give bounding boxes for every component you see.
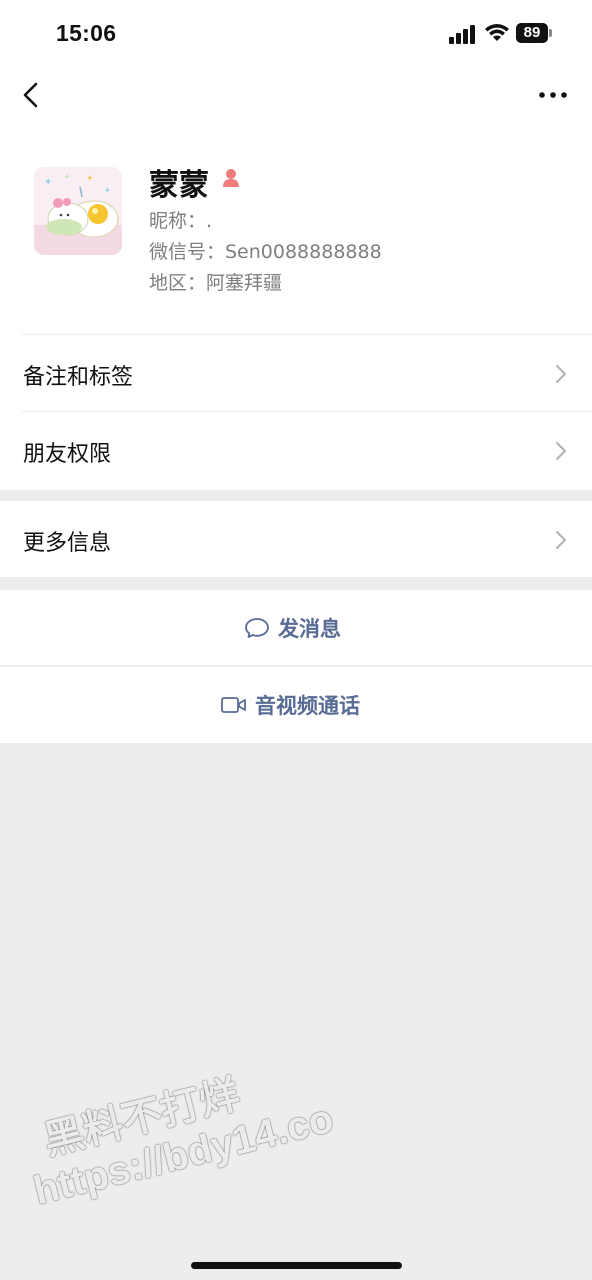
nickname-text: 昵称：. [149,210,213,232]
status-bar: 15:06 89 [0,0,592,70]
svg-text:✦: ✦ [64,173,70,181]
chevron-right-icon [556,442,566,460]
send-message-label: 发消息 [278,617,341,641]
watermark: 黑料不打烊 https://bdy14.co [18,1051,338,1214]
female-icon [223,169,239,187]
svg-text:✦: ✦ [86,174,94,184]
more-icon[interactable] [538,88,568,102]
battery-level: 89 [516,23,548,43]
contact-name: 蒙蒙 [149,168,209,203]
wechat-id-text[interactable]: 微信号：Sen0088888888 [149,237,382,264]
svg-text:✦: ✦ [104,186,111,195]
remarks-tags-row[interactable]: 备注和标签 [0,335,592,411]
more-info-label: 更多信息 [23,531,112,556]
av-call-label: 音视频通话 [255,694,360,718]
cellular-signal-icon [449,25,475,44]
chevron-right-icon [556,365,566,383]
home-indicator[interactable] [191,1262,402,1269]
chevron-right-icon [556,531,566,549]
avatar-illustration: ✦ ✦ ✦ ✦ [34,167,122,255]
friend-permissions-row[interactable]: 朋友权限 [0,412,592,488]
svg-text:✦: ✦ [44,177,52,188]
remarks-tags-label: 备注和标签 [23,365,134,390]
battery-nub [549,29,552,37]
divider [0,665,592,666]
region-text: 地区：阿塞拜疆 [149,272,283,294]
more-info-row[interactable]: 更多信息 [0,501,592,577]
battery-indicator: 89 [516,23,552,43]
avatar[interactable]: ✦ ✦ ✦ ✦ [34,167,122,255]
video-camera-icon [221,697,246,713]
send-message-button[interactable]: 发消息 [0,590,592,666]
friend-permissions-label: 朋友权限 [23,442,112,467]
chat-bubble-icon [245,618,269,638]
av-call-button[interactable]: 音视频通话 [0,667,592,743]
wifi-icon [485,24,509,41]
back-icon[interactable] [18,80,46,110]
status-time: 15:06 [56,20,117,46]
